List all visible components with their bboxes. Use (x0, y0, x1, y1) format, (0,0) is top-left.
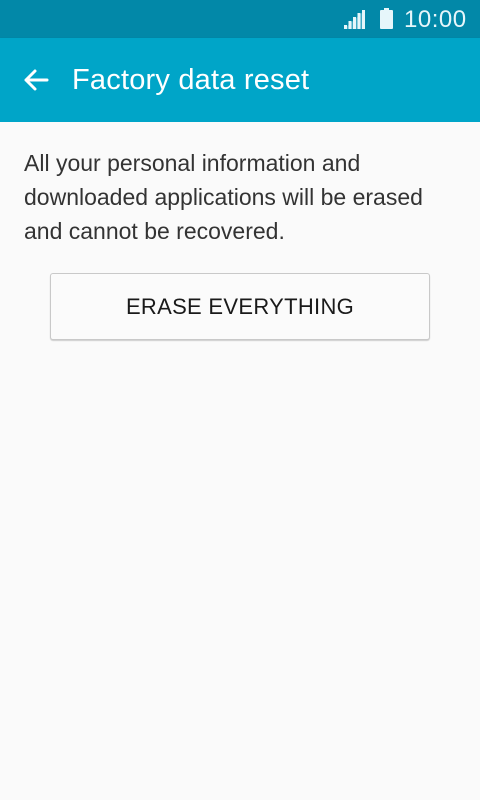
status-bar: 10:00 (0, 0, 480, 38)
app-bar: Factory data reset (0, 38, 480, 122)
content-area: All your personal information and downlo… (0, 122, 480, 800)
arrow-back-icon (24, 69, 49, 91)
page-title: Factory data reset (72, 64, 310, 96)
reset-warning-text: All your personal information and downlo… (24, 150, 423, 244)
back-button[interactable] (14, 58, 58, 102)
signal-icon (344, 10, 365, 29)
battery-icon (380, 8, 393, 29)
erase-everything-button[interactable]: ERASE EVERYTHING (50, 273, 430, 340)
status-time: 10:00 (404, 6, 467, 33)
